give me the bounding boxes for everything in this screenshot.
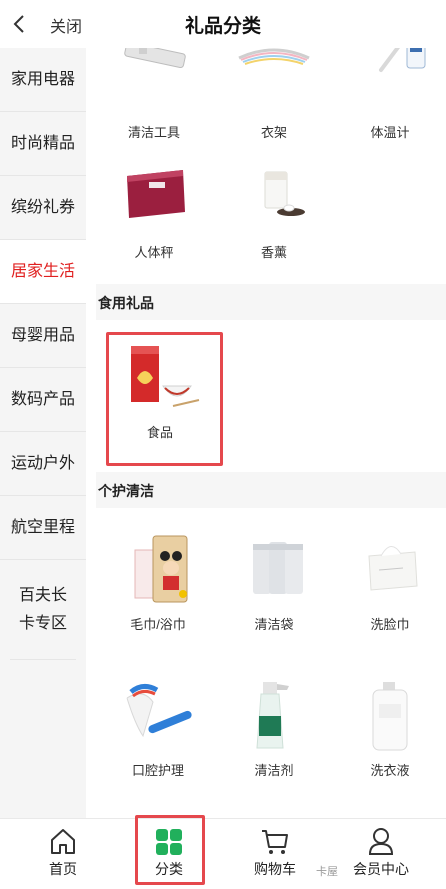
section-heading-personal-care: 个护清洁 — [96, 472, 446, 508]
category-item-laundry-detergent[interactable]: 洗衣液 — [332, 680, 446, 779]
bottom-nav: 首页 分类 购物车 会员中心 — [0, 818, 446, 889]
sidebar-item-vouchers[interactable]: 缤纷礼券 — [0, 176, 86, 240]
nav-home[interactable]: 首页 — [8, 819, 118, 889]
category-item-body-scale[interactable]: 人体秤 — [96, 162, 212, 261]
category-item-hanger[interactable]: 衣架 — [216, 48, 332, 141]
section-heading-food: 食用礼品 — [96, 284, 446, 320]
aroma-candle-icon — [264, 171, 305, 216]
spray-bottle-icon — [256, 682, 289, 749]
item-label: 清洁剂 — [254, 763, 294, 778]
item-label: 人体秤 — [134, 245, 174, 260]
sidebar-item-fashion[interactable]: 时尚精品 — [0, 112, 86, 176]
watermark: 卡屋 — [316, 866, 338, 878]
header: 关闭 礼品分类 — [0, 0, 446, 48]
item-label: 清洁袋 — [254, 617, 294, 632]
sidebar-item-home-appliances[interactable]: 家用电器 — [0, 48, 86, 112]
nav-label: 购物车 — [254, 861, 296, 877]
item-label: 清洁工具 — [127, 125, 180, 140]
sidebar-item-mother-baby[interactable]: 母婴用品 — [0, 304, 86, 368]
home-icon — [51, 829, 75, 854]
category-sidebar: 家用电器 时尚精品 缤纷礼券 居家生活 母婴用品 数码产品 运动户外 航空里程 … — [0, 48, 86, 818]
category-item-aroma[interactable]: 香薰 — [216, 162, 332, 261]
nav-label: 会员中心 — [353, 861, 409, 877]
sidebar-item-sports-outdoor[interactable]: 运动户外 — [0, 432, 86, 496]
sidebar-item-airline-miles[interactable]: 航空里程 — [0, 496, 86, 560]
cart-icon — [262, 830, 288, 854]
item-label: 洗脸巾 — [370, 617, 410, 632]
hanger-icon — [238, 48, 310, 65]
page-title: 礼品分类 — [184, 16, 261, 37]
category-content: 清洁工具 衣架 体温计 人体秤 香薰 食用礼品 食品 个护清洁 毛巾/浴巾 清洁… — [96, 48, 446, 818]
item-label: 毛巾/浴巾 — [130, 617, 186, 632]
nav-cart[interactable]: 购物车 — [220, 819, 330, 889]
category-item-cleaner[interactable]: 清洁剂 — [216, 680, 332, 779]
nav-member-center[interactable]: 会员中心 — [326, 819, 436, 889]
tissue-box-icon — [368, 546, 418, 591]
thermometer-icon — [379, 48, 426, 72]
item-label: 香薰 — [260, 245, 287, 260]
item-label: 衣架 — [260, 125, 287, 140]
sidebar-item-centurion[interactable]: 百夫长卡专区 — [10, 560, 76, 660]
item-label: 口腔护理 — [131, 763, 184, 778]
food-item-highlight-box — [106, 332, 223, 466]
nav-label: 首页 — [49, 861, 77, 877]
sidebar-item-digital[interactable]: 数码产品 — [0, 368, 86, 432]
item-label: 洗衣液 — [370, 763, 410, 778]
towel-icon — [134, 535, 188, 603]
sidebar-item-home-living[interactable]: 居家生活 — [0, 240, 86, 304]
category-item-trash-bag[interactable]: 清洁袋 — [216, 534, 332, 633]
category-nav-highlight-box — [135, 815, 205, 885]
cleaning-tool-icon — [124, 48, 186, 69]
item-label: 体温计 — [370, 125, 410, 140]
trash-bag-icon — [253, 542, 303, 594]
scale-icon — [127, 170, 185, 218]
category-item-face-towel[interactable]: 洗脸巾 — [332, 534, 446, 633]
category-item-towel[interactable]: 毛巾/浴巾 — [100, 534, 216, 633]
category-item-oral-care[interactable]: 口腔护理 — [100, 680, 216, 779]
detergent-icon — [372, 682, 408, 751]
category-item-cleaning-tools[interactable]: 清洁工具 — [96, 48, 212, 141]
user-icon — [368, 828, 394, 855]
category-item-thermometer[interactable]: 体温计 — [332, 48, 446, 141]
toothbrush-icon — [126, 684, 192, 738]
